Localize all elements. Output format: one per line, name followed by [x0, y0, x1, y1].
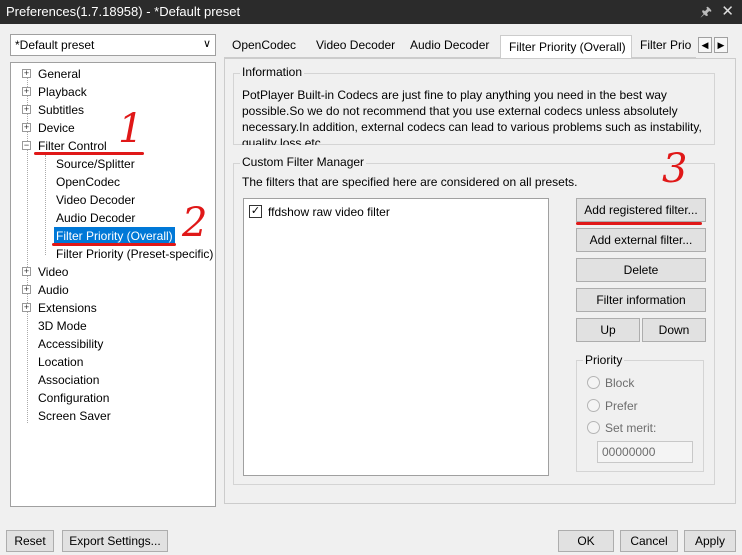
- filter-manager-group: Custom Filter Manager The filters that a…: [233, 155, 715, 485]
- delete-button[interactable]: Delete: [576, 258, 706, 282]
- tree-item-label: Video Decoder: [56, 193, 136, 207]
- settings-tree: + General + Playback + Subtitles + Devic…: [10, 62, 216, 507]
- tree-item-label: Playback: [38, 85, 87, 99]
- annotation-2: 2: [182, 200, 208, 246]
- tree-item-label: Accessibility: [38, 337, 104, 351]
- expand-icon[interactable]: +: [22, 69, 31, 78]
- filter-label: ffdshow raw video filter: [268, 205, 390, 219]
- priority-title: Priority: [583, 353, 625, 367]
- tab-opencodec[interactable]: OpenCodec: [224, 34, 308, 58]
- information-group: Information PotPlayer Built-in Codecs ar…: [233, 65, 715, 145]
- collapse-icon[interactable]: −: [22, 141, 31, 150]
- radio-label: Set merit:: [605, 421, 657, 435]
- add-registered-filter-button[interactable]: Add registered filter...: [576, 198, 706, 222]
- annotation-1: 1: [118, 106, 144, 152]
- radio-label: Prefer: [605, 399, 638, 413]
- tree-item-label: Device: [38, 121, 75, 135]
- title-bar: Preferences(1.7.18958) - *Default preset…: [0, 0, 742, 24]
- ok-button[interactable]: OK: [558, 530, 614, 552]
- annotation-underline-3: [576, 222, 702, 225]
- tab-audio-decoder[interactable]: Audio Decoder: [402, 34, 500, 58]
- tab-label: Audio Decoder: [410, 38, 490, 52]
- expand-icon[interactable]: +: [22, 123, 31, 132]
- tab-label: Filter Priority (Overall): [509, 40, 626, 54]
- tree-item-label: Extensions: [38, 301, 97, 315]
- up-button[interactable]: Up: [576, 318, 640, 342]
- tree-item-label: Configuration: [38, 391, 110, 405]
- tree-item-label: OpenCodec: [56, 175, 121, 189]
- tree-item-label: Location: [38, 355, 84, 369]
- export-settings-button[interactable]: Export Settings...: [62, 530, 168, 552]
- radio-button[interactable]: [587, 421, 600, 434]
- filter-manager-title: Custom Filter Manager: [240, 155, 367, 169]
- tab-strip: OpenCodec Video Decoder Audio Decoder Fi…: [224, 34, 736, 59]
- cancel-button[interactable]: Cancel: [620, 530, 678, 552]
- tab-filter-priority-overall[interactable]: Filter Priority (Overall): [500, 35, 632, 59]
- tab-video-decoder[interactable]: Video Decoder: [308, 34, 402, 58]
- down-button[interactable]: Down: [642, 318, 706, 342]
- pin-icon[interactable]: 🖈: [700, 3, 712, 25]
- expand-icon[interactable]: +: [22, 267, 31, 276]
- tab-label: Filter Prio: [640, 38, 692, 52]
- tree-item-label: Source/Splitter: [56, 157, 135, 171]
- expand-icon[interactable]: +: [22, 303, 31, 312]
- tab-label: OpenCodec: [232, 38, 297, 52]
- chevron-down-icon: ∨: [202, 38, 211, 50]
- tree-item-label: 3D Mode: [38, 319, 87, 333]
- window-title: Preferences(1.7.18958) - *Default preset: [6, 4, 241, 19]
- expand-icon[interactable]: +: [22, 87, 31, 96]
- tab-scroll-right-icon[interactable]: ▶: [714, 37, 728, 53]
- tab-scroll-left-icon[interactable]: ◀: [698, 37, 712, 53]
- expand-icon[interactable]: +: [22, 105, 31, 114]
- checkbox[interactable]: ✓: [249, 205, 262, 218]
- tree-item-label: Audio: [38, 283, 69, 297]
- radio-label: Block: [605, 376, 635, 390]
- reset-button[interactable]: Reset: [6, 530, 54, 552]
- list-item[interactable]: ✓ ffdshow raw video filter: [249, 204, 539, 220]
- filter-information-button[interactable]: Filter information: [576, 288, 706, 312]
- tree-item-label: General: [38, 67, 81, 81]
- tree-item-label: Screen Saver: [38, 409, 111, 423]
- apply-button[interactable]: Apply: [684, 530, 736, 552]
- filter-list[interactable]: ✓ ffdshow raw video filter: [243, 198, 549, 476]
- annotation-underline-1: [34, 152, 144, 155]
- information-title: Information: [240, 65, 305, 79]
- information-text: PotPlayer Built-in Codecs are just fine …: [242, 88, 702, 145]
- close-icon[interactable]: ✕: [721, 2, 734, 20]
- tab-filter-priority-preset[interactable]: Filter Prio: [632, 34, 696, 58]
- annotation-underline-2: [52, 243, 176, 246]
- tree-item-label: Association: [38, 373, 100, 387]
- radio-button[interactable]: [587, 376, 600, 389]
- preset-dropdown[interactable]: *Default preset ∨: [10, 34, 216, 56]
- merit-field[interactable]: 00000000: [597, 441, 693, 463]
- add-external-filter-button[interactable]: Add external filter...: [576, 228, 706, 252]
- radio-button[interactable]: [587, 399, 600, 412]
- tab-panel: Information PotPlayer Built-in Codecs ar…: [224, 58, 736, 504]
- tree-item-label: Filter Priority (Preset-specific): [56, 247, 214, 261]
- filter-manager-description: The filters that are specified here are …: [242, 175, 578, 189]
- preset-value: *Default preset: [15, 38, 95, 52]
- expand-icon[interactable]: +: [22, 285, 31, 294]
- priority-group: Priority Block Prefer Set merit: 0000000…: [576, 353, 704, 472]
- tree-connector: [45, 155, 46, 255]
- tree-item-label: Audio Decoder: [56, 211, 136, 225]
- tab-label: Video Decoder: [316, 38, 396, 52]
- tree-item-label: Subtitles: [38, 103, 85, 117]
- annotation-3: 3: [662, 146, 688, 192]
- tree-item-label: Video: [38, 265, 69, 279]
